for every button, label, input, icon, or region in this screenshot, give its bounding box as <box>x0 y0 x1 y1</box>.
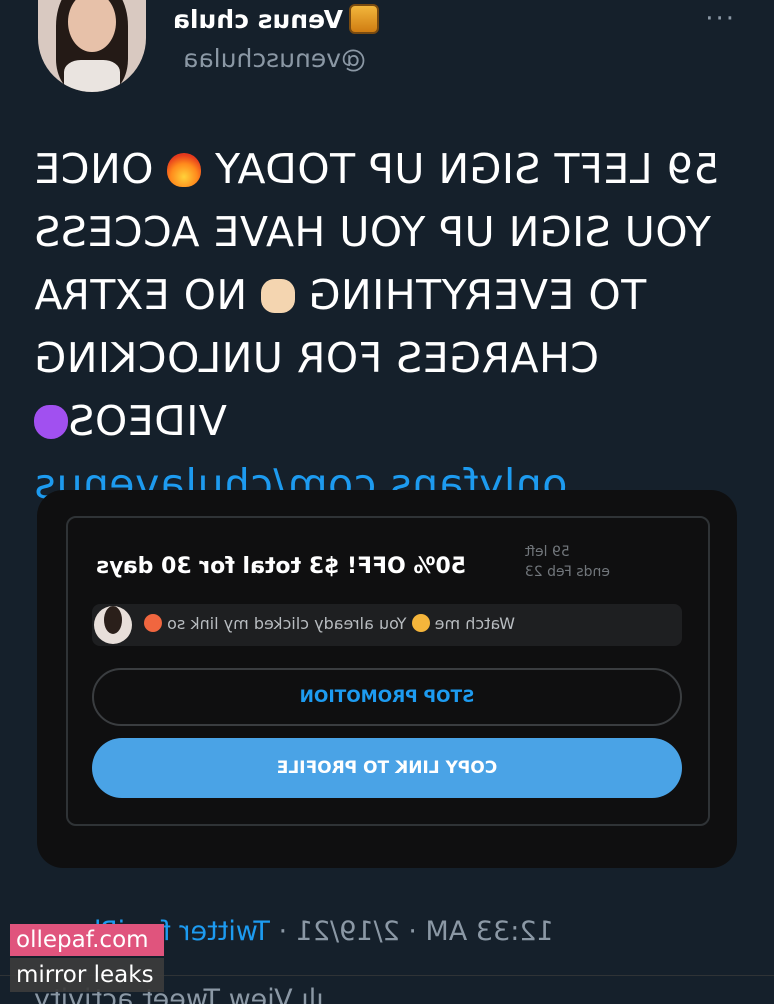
tweet-view: Venus chula @venuschulaa ··· 59 LEFT SIG… <box>0 0 774 1004</box>
copy-link-button[interactable]: COPY LINK TO PROFILE <box>92 738 682 798</box>
promo-end-date: ends Feb 23 <box>524 564 610 580</box>
tweet-line-5: VIDEOS <box>68 397 227 445</box>
timestamp-text: 12:33 AM · 2/19/21 · <box>269 916 554 947</box>
display-name[interactable]: Venus chula <box>173 5 343 34</box>
fire-icon <box>167 153 202 187</box>
promo-message: Watch me You already clicked my link so <box>92 604 682 646</box>
tweet-line-1a: 59 LEFT SIGN UP TODAY <box>201 145 720 193</box>
tweet-line-3b: NO EXTRA <box>34 271 261 319</box>
message-part-b: You already clicked my link so <box>167 614 412 633</box>
tweet-text: 59 LEFT SIGN UP TODAY ONCE YOU SIGN UP Y… <box>34 138 734 516</box>
message-avatar <box>94 606 132 644</box>
drooling-face-icon <box>144 614 162 632</box>
tweet-line-4: CHARGES FOR UNLOCKING <box>34 334 599 382</box>
promotion-panel: 50% OFF! $3 total for 30 days 59 left en… <box>66 516 710 826</box>
stop-promotion-button[interactable]: STOP PROMOTION <box>92 668 682 726</box>
promo-meta: 59 left ends Feb 23 <box>525 542 610 582</box>
name-row[interactable]: Venus chula <box>173 4 379 34</box>
tweet-line-3a: TO EVERYTHING <box>294 271 647 319</box>
watermark-site: ollepaf.com <box>10 924 164 956</box>
promo-left-count: 59 left <box>524 544 570 560</box>
message-text: Watch me You already clicked my link so <box>144 614 515 633</box>
purple-heart-icon <box>34 405 68 439</box>
tweet-line-1b: ONCE <box>34 145 168 193</box>
tweet-line-2: YOU SIGN UP YOU HAVE ACCESS <box>34 208 711 256</box>
promo-title: 50% OFF! $3 total for 30 days <box>96 554 467 579</box>
honey-pot-icon <box>349 4 379 34</box>
more-icon[interactable]: ··· <box>703 4 734 34</box>
raising-hands-icon <box>260 279 295 313</box>
watermark-tagline: mirror leaks <box>10 958 164 992</box>
smiling-face-icon <box>411 614 430 632</box>
user-handle[interactable]: @venuschulaa <box>183 44 366 73</box>
message-part-a: Watch me <box>429 614 516 633</box>
promotion-card: 50% OFF! $3 total for 30 days 59 left en… <box>37 490 737 868</box>
profile-avatar[interactable] <box>38 0 146 92</box>
